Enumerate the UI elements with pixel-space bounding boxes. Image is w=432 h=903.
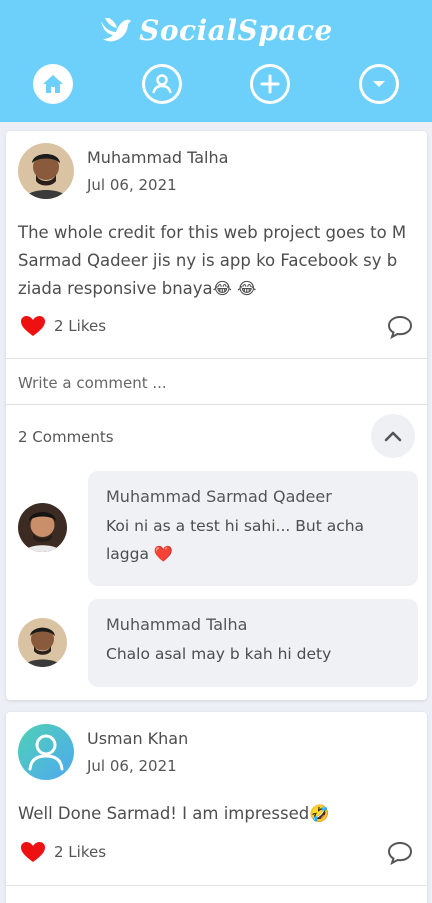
like-count: 2 Likes: [54, 843, 107, 861]
post-text: The whole credit for this web project go…: [18, 223, 407, 298]
dove-icon: [101, 17, 132, 41]
avatar-photo: [18, 503, 67, 552]
comment-input[interactable]: [18, 368, 413, 398]
comment-avatar[interactable]: [18, 503, 67, 552]
comment-bubble: Muhammad Talha Chalo asal may b kah hi d…: [88, 599, 418, 687]
plus-icon: [260, 74, 280, 94]
comment-avatar[interactable]: [18, 618, 67, 667]
nav-profile-button[interactable]: [142, 64, 182, 104]
like-count: 2 Likes: [54, 317, 107, 335]
like-button[interactable]: 2 Likes: [20, 841, 106, 863]
comment-icon[interactable]: [387, 841, 413, 865]
post-date: Jul 06, 2021: [87, 757, 177, 775]
divider: [6, 885, 427, 886]
chevron-up-icon: [384, 431, 402, 442]
post-author[interactable]: Muhammad Talha: [87, 148, 228, 167]
heart-icon: [21, 842, 45, 862]
comment-text: Chalo asal may b kah hi dety: [106, 645, 332, 663]
post-author[interactable]: Usman Khan: [87, 729, 188, 748]
comment-bubble: Muhammad Sarmad Qadeer Koi ni as a test …: [88, 471, 418, 586]
post-date: Jul 06, 2021: [87, 176, 177, 194]
post-text: Well Done Sarmad! I am impressed🤣: [18, 804, 330, 823]
home-icon: [43, 75, 63, 93]
post-card: Muhammad Talha Jul 06, 2021 The whole cr…: [6, 131, 427, 700]
nav-home-button[interactable]: [33, 64, 73, 104]
nav-create-button[interactable]: [250, 64, 290, 104]
comment-author[interactable]: Muhammad Talha: [106, 615, 400, 634]
user-icon: [152, 74, 172, 94]
comment-icon[interactable]: [387, 315, 413, 339]
divider: [6, 404, 427, 405]
post-card: Usman Khan Jul 06, 2021 Well Done Sarmad…: [6, 712, 427, 903]
comments-count: 2 Comments: [18, 428, 114, 446]
nav-menu-button[interactable]: [359, 64, 399, 104]
chevron-down-icon: [373, 81, 385, 87]
app-title: SocialSpace: [139, 14, 333, 47]
comment-author[interactable]: Muhammad Sarmad Qadeer: [106, 487, 400, 506]
divider: [6, 358, 427, 359]
app-header: SocialSpace: [0, 0, 432, 122]
like-button[interactable]: 2 Likes: [20, 315, 106, 337]
comment-text: Koi ni as a test hi sahi... But acha lag…: [106, 517, 365, 563]
avatar-photo: [18, 143, 74, 199]
brand[interactable]: SocialSpace: [0, 14, 432, 47]
avatar-photo: [18, 618, 67, 667]
avatar[interactable]: [18, 143, 74, 199]
top-nav: [0, 64, 432, 106]
heart-icon: [21, 316, 45, 336]
collapse-comments-button[interactable]: [371, 414, 415, 458]
user-icon: [28, 734, 64, 771]
avatar[interactable]: [18, 724, 74, 780]
